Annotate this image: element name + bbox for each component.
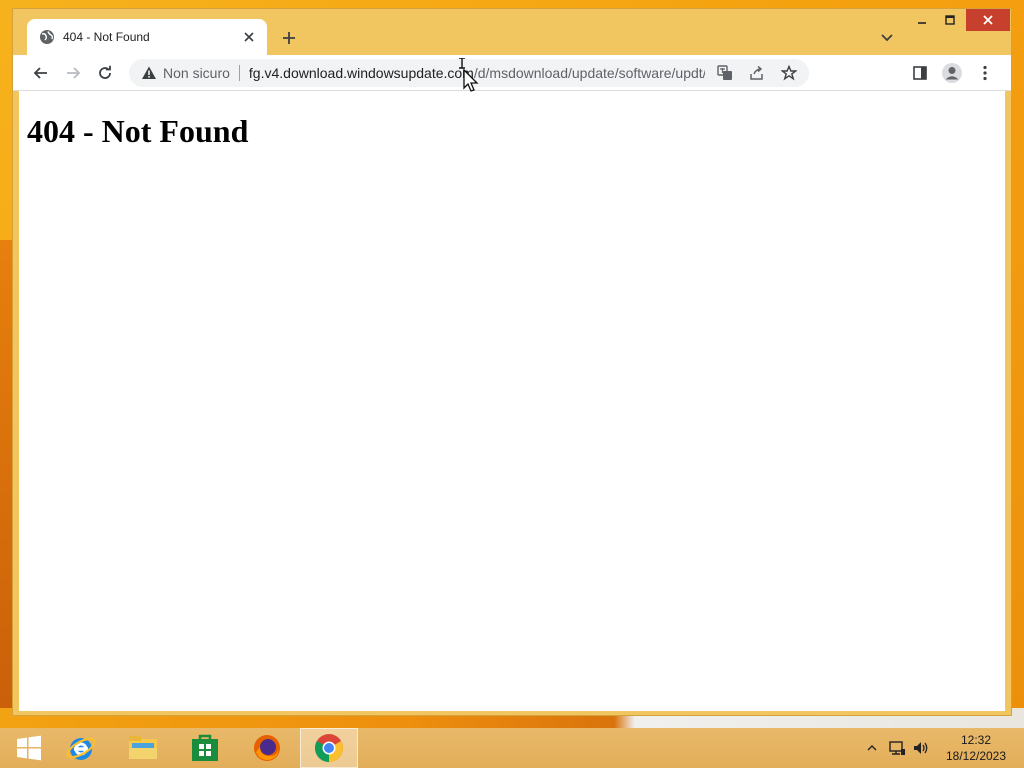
network-icon[interactable] (886, 728, 908, 768)
page-content: 404 - Not Found (19, 91, 1005, 711)
browser-tab[interactable]: 404 - Not Found (27, 19, 267, 55)
page-heading: 404 - Not Found (27, 113, 249, 149)
url-text[interactable]: fg.v4.download.windowsupdate.com/d/msdow… (249, 65, 705, 81)
maximize-button[interactable] (936, 9, 964, 31)
browser-window: 404 - Not Found Non sicuro fg.v4.downloa… (12, 8, 1012, 716)
clock-time: 12:32 (960, 733, 992, 747)
taskbar-clock[interactable]: 12:32 18/12/2023 (936, 732, 1016, 764)
url-host: fg.v4.download.windowsupdate.com (248, 65, 474, 81)
tab-search-chevron-down-icon[interactable] (877, 28, 897, 48)
tab-close-icon[interactable] (241, 29, 257, 45)
back-button[interactable] (29, 61, 53, 85)
side-panel-icon[interactable] (908, 61, 932, 85)
reload-button[interactable] (93, 61, 117, 85)
new-tab-button[interactable] (279, 28, 299, 48)
share-icon[interactable] (745, 61, 769, 85)
show-hidden-icons-chevron-up-icon[interactable] (864, 728, 880, 768)
firefox-icon[interactable] (238, 728, 296, 768)
start-button[interactable] (0, 728, 58, 768)
chrome-icon[interactable] (300, 728, 358, 768)
volume-icon[interactable] (910, 728, 932, 768)
tab-title: 404 - Not Found (63, 30, 150, 44)
minimize-button[interactable] (908, 9, 936, 31)
forward-button[interactable] (61, 61, 85, 85)
browser-toolbar: Non sicuro fg.v4.download.windowsupdate.… (13, 55, 1011, 91)
globe-icon (39, 29, 55, 45)
profile-avatar-icon[interactable] (940, 61, 964, 85)
security-label[interactable]: Non sicuro (163, 65, 230, 81)
window-close-button[interactable] (966, 9, 1010, 31)
file-explorer-icon[interactable] (114, 728, 172, 768)
translate-icon[interactable] (713, 61, 737, 85)
url-path: /d/msdownload/update/software/updt/2013/… (473, 65, 705, 81)
taskbar: 12:32 18/12/2023 (0, 728, 1024, 768)
address-divider (238, 65, 240, 81)
store-icon[interactable] (176, 728, 234, 768)
clock-date: 18/12/2023 (945, 749, 1007, 763)
address-bar[interactable]: Non sicuro fg.v4.download.windowsupdate.… (129, 59, 809, 87)
title-bar: 404 - Not Found (13, 9, 1011, 55)
warning-icon[interactable] (141, 65, 157, 81)
internet-explorer-icon[interactable] (52, 728, 110, 768)
menu-kebab-icon[interactable] (973, 61, 997, 85)
bookmark-star-icon[interactable] (777, 61, 801, 85)
